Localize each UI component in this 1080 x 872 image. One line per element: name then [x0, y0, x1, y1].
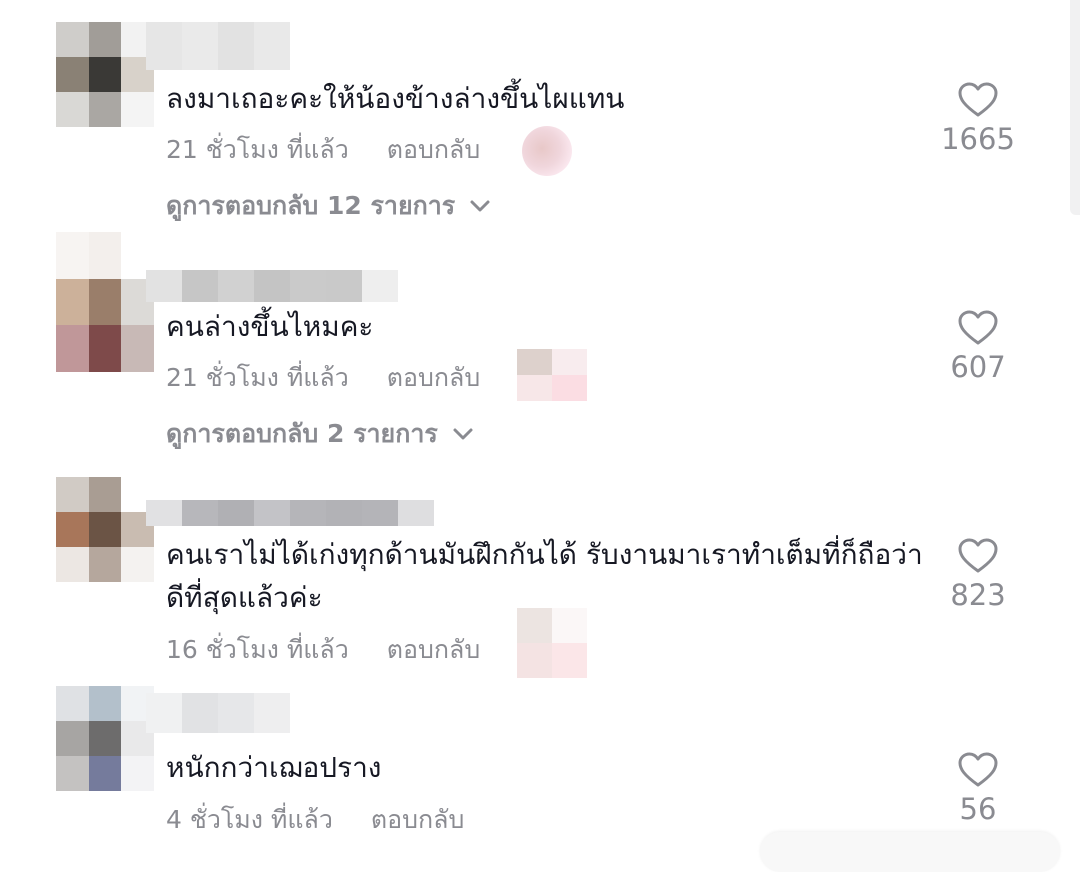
comment-text: หนักกว่าเฌอปราง — [166, 751, 382, 784]
comment-meta: 21 ชั่วโมง ที่แล้ว ตอบกลับ — [166, 358, 480, 398]
view-replies-label: ดูการตอบกลับ 12 รายการ — [166, 191, 456, 220]
reply-button[interactable]: ตอบกลับ — [387, 135, 480, 164]
floating-card-edge — [760, 832, 1060, 872]
avatar[interactable] — [56, 22, 154, 127]
comment-time: 21 ชั่วโมง ที่แล้ว — [166, 135, 349, 164]
view-replies-label: ดูการตอบกลับ 2 รายการ — [166, 419, 438, 448]
comment-meta: 21 ชั่วโมง ที่แล้ว ตอบกลับ — [166, 130, 480, 170]
like-count: 607 — [950, 350, 1006, 384]
like-button[interactable]: 56 — [930, 752, 1026, 826]
scrollbar[interactable] — [1070, 0, 1080, 215]
username-blurred[interactable] — [146, 270, 398, 302]
comment-time: 16 ชั่วโมง ที่แล้ว — [166, 635, 349, 664]
chevron-down-icon — [453, 428, 473, 440]
sticker-image[interactable] — [517, 349, 587, 401]
heart-outline-icon — [958, 310, 998, 345]
sticker-image[interactable] — [522, 126, 572, 176]
username-blurred[interactable] — [146, 22, 290, 70]
avatar[interactable] — [56, 686, 154, 791]
comment-text: คนล่างขึ้นไหมคะ — [166, 310, 374, 343]
like-count: 1665 — [941, 122, 1015, 156]
like-button[interactable]: 1665 — [930, 82, 1026, 156]
view-replies-button[interactable]: ดูการตอบกลับ 2 รายการ — [166, 414, 474, 454]
comment-time: 4 ชั่วโมง ที่แล้ว — [166, 805, 333, 834]
avatar[interactable] — [56, 477, 154, 582]
username-blurred[interactable] — [146, 500, 434, 526]
chevron-down-icon — [470, 200, 490, 212]
like-count: 823 — [950, 578, 1006, 612]
view-replies-button[interactable]: ดูการตอบกลับ 12 รายการ — [166, 186, 491, 226]
comment-meta: 4 ชั่วโมง ที่แล้ว ตอบกลับ — [166, 800, 464, 840]
comment-text: ลงมาเถอะคะให้น้องข้างล่างขึ้นไผแทน — [166, 82, 625, 115]
comment-time: 21 ชั่วโมง ที่แล้ว — [166, 363, 349, 392]
comment-meta: 16 ชั่วโมง ที่แล้ว ตอบกลับ — [166, 630, 480, 670]
like-button[interactable]: 607 — [930, 310, 1026, 384]
heart-outline-icon — [958, 752, 998, 787]
like-count: 56 — [959, 792, 997, 826]
sticker-image[interactable] — [517, 608, 587, 678]
heart-outline-icon — [958, 82, 998, 117]
reply-button[interactable]: ตอบกลับ — [387, 363, 480, 392]
reply-button[interactable]: ตอบกลับ — [371, 805, 464, 834]
like-button[interactable]: 823 — [930, 538, 1026, 612]
reply-button[interactable]: ตอบกลับ — [387, 635, 480, 664]
username-blurred[interactable] — [146, 693, 290, 733]
heart-outline-icon — [958, 538, 998, 573]
comment-text: คนเราไม่ได้เก่งทุกด้านมันฝึกกันได้ รับงา… — [166, 538, 923, 614]
avatar[interactable] — [56, 232, 154, 372]
